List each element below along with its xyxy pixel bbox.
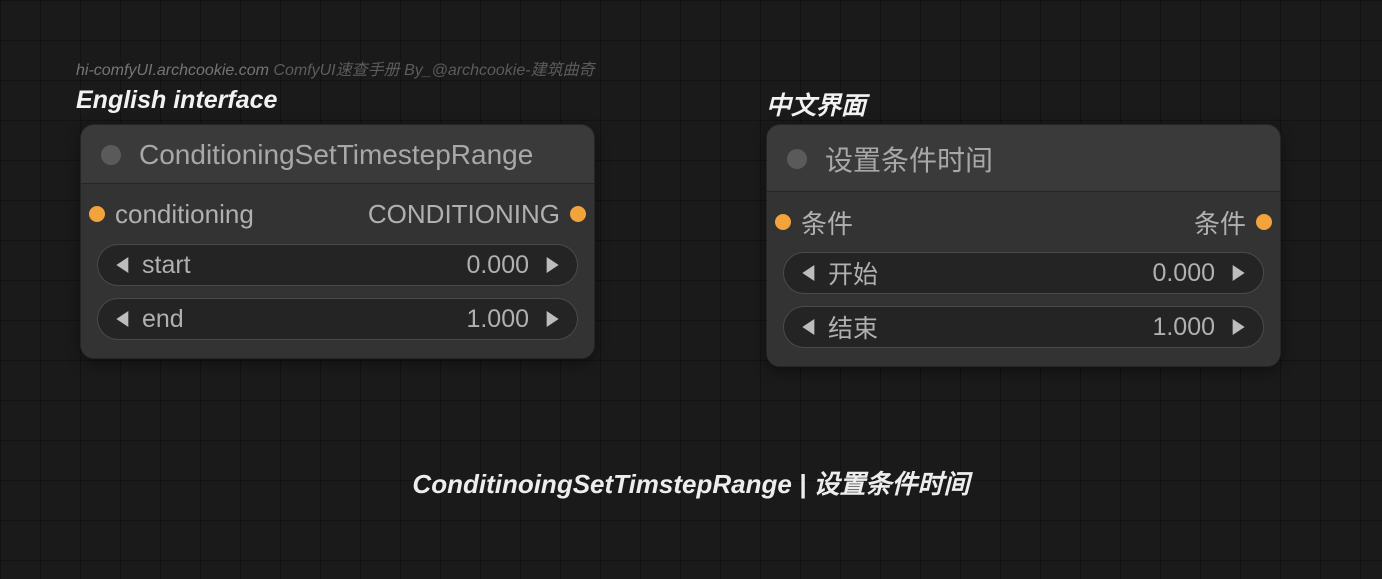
output-label: CONDITIONING	[368, 199, 560, 230]
increment-button[interactable]	[1225, 319, 1251, 335]
arrow-left-icon	[802, 265, 816, 281]
arrow-left-icon	[802, 319, 816, 335]
param-end[interactable]: 结束 1.000	[783, 306, 1264, 348]
increment-button[interactable]	[539, 257, 565, 273]
collapse-dot-icon[interactable]	[787, 149, 807, 169]
input-conditioning[interactable]: 条件	[783, 204, 853, 241]
output-label: 条件	[1194, 204, 1246, 241]
node-header[interactable]: ConditioningSetTimestepRange	[81, 125, 594, 183]
input-port-icon[interactable]	[775, 214, 791, 230]
node-body: 条件 条件 开始 0.000 结束 1.000	[767, 191, 1280, 366]
increment-button[interactable]	[1225, 265, 1251, 281]
node-title: 设置条件时间	[825, 139, 993, 179]
footer-caption: ConditinoingSetTimstepRange | 设置条件时间	[0, 464, 1382, 501]
output-conditioning[interactable]: CONDITIONING	[368, 199, 578, 230]
arrow-right-icon	[1231, 265, 1245, 281]
arrow-right-icon	[545, 311, 559, 327]
param-label: end	[142, 305, 466, 334]
param-value[interactable]: 0.000	[466, 251, 529, 280]
node-english[interactable]: ConditioningSetTimestepRange conditionin…	[80, 124, 595, 359]
param-value[interactable]: 0.000	[1152, 259, 1215, 288]
output-conditioning[interactable]: 条件	[1194, 204, 1264, 241]
section-label-chinese: 中文界面	[766, 86, 866, 122]
arrow-right-icon	[1231, 319, 1245, 335]
collapse-dot-icon[interactable]	[101, 145, 121, 165]
output-port-icon[interactable]	[570, 206, 586, 222]
param-label: start	[142, 251, 466, 280]
node-title: ConditioningSetTimestepRange	[139, 139, 533, 171]
input-label: 条件	[801, 204, 853, 241]
watermark-url: hi-comfyUI.archcookie.com	[76, 62, 269, 79]
decrement-button[interactable]	[796, 265, 822, 281]
param-end[interactable]: end 1.000	[97, 298, 578, 340]
param-start[interactable]: 开始 0.000	[783, 252, 1264, 294]
node-chinese[interactable]: 设置条件时间 条件 条件 开始 0.000	[766, 124, 1281, 367]
param-value[interactable]: 1.000	[466, 305, 529, 334]
decrement-button[interactable]	[796, 319, 822, 335]
output-port-icon[interactable]	[1256, 214, 1272, 230]
param-value[interactable]: 1.000	[1152, 313, 1215, 342]
param-label: 开始	[828, 255, 1152, 291]
input-label: conditioning	[115, 199, 254, 230]
node-body: conditioning CONDITIONING start 0.000 en…	[81, 183, 594, 358]
arrow-left-icon	[116, 257, 130, 273]
io-row: 条件 条件	[783, 206, 1264, 238]
node-header[interactable]: 设置条件时间	[767, 125, 1280, 191]
watermark: hi-comfyUI.archcookie.com ComfyUI速查手册 By…	[76, 56, 595, 80]
input-port-icon[interactable]	[89, 206, 105, 222]
increment-button[interactable]	[539, 311, 565, 327]
decrement-button[interactable]	[110, 311, 136, 327]
decrement-button[interactable]	[110, 257, 136, 273]
io-row: conditioning CONDITIONING	[97, 198, 578, 230]
section-label-english: English interface	[76, 86, 277, 115]
param-start[interactable]: start 0.000	[97, 244, 578, 286]
watermark-text: ComfyUI速查手册 By_@archcookie-建筑曲奇	[269, 62, 595, 79]
input-conditioning[interactable]: conditioning	[97, 199, 254, 230]
param-label: 结束	[828, 309, 1152, 345]
arrow-right-icon	[545, 257, 559, 273]
arrow-left-icon	[116, 311, 130, 327]
